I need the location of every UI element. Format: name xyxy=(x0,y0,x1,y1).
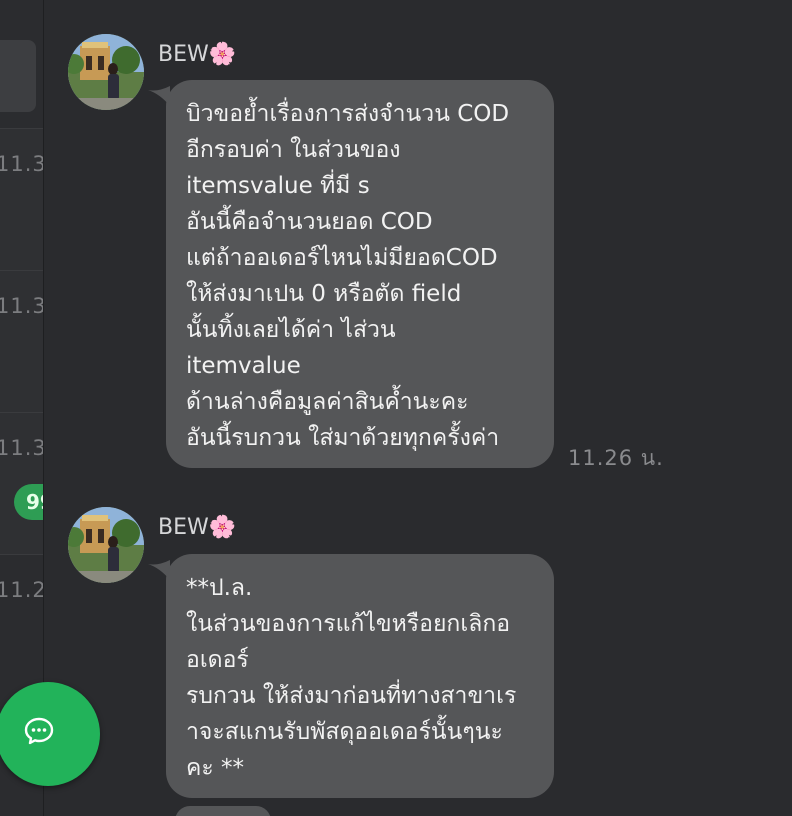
message-line: นั้นทิ้งเลยได้ค่า ไส่วน xyxy=(186,317,396,343)
message-bubble[interactable] xyxy=(175,806,271,816)
message-line: าจะสแกนรับพัสดุออเดอร์นั้นๆนะ xyxy=(186,719,503,745)
message-line: ให้ส่งมาเปน 0 หรือตัด field xyxy=(186,281,462,307)
divider xyxy=(0,554,43,555)
message-line: อเดอร์ xyxy=(186,647,249,673)
message-line: บิวขอย้ำเรื่องการส่งจำนวน COD xyxy=(186,101,510,127)
chat-item-time: 11.3 xyxy=(0,436,43,460)
app-window: 11.3 11.3 11.3 11.2 99 xyxy=(0,0,792,816)
message-line: ด้านล่างคือมูลค่าสินค้ำนะคะ xyxy=(186,389,469,415)
message-bubble[interactable]: **ป.ล. ในส่วนของการแก้ไขหรือยกเลิกอ อเดอ… xyxy=(166,554,554,798)
divider xyxy=(0,270,43,271)
message-line: คะ ** xyxy=(186,755,245,781)
avatar-photo xyxy=(68,34,144,110)
message-line: อันนี้คือจำนวนยอด COD xyxy=(186,209,433,235)
chat-item-time: 11.3 xyxy=(0,152,43,176)
sender-name: BEW🌸 xyxy=(158,42,237,67)
message-line: itemsvalue ที่มี s xyxy=(186,173,370,199)
divider xyxy=(0,412,43,413)
sender-name: BEW🌸 xyxy=(158,515,237,540)
chat-list-item[interactable] xyxy=(0,128,43,270)
message-line: **ป.ล. xyxy=(186,575,253,601)
chat-item-time: 11.3 xyxy=(0,294,43,318)
chat-messages-area: BEW🌸 บิวขอย้ำเรื่องการส่งจำนวน COD อีกรอ… xyxy=(45,0,792,816)
message-line: itemvalue xyxy=(186,353,301,379)
avatar[interactable] xyxy=(68,34,144,110)
search-box[interactable] xyxy=(0,40,36,112)
message-line: อันนี้รบกวน ใส่มาด้วยทุกครั้งค่า xyxy=(186,425,500,451)
avatar[interactable] xyxy=(68,507,144,583)
message-line: อีกรอบค่า ในส่วนของ xyxy=(186,137,401,163)
message-line: รบกวน ให้ส่งมาก่อนที่ทางสาขาเร xyxy=(186,683,517,709)
message-bubble[interactable]: บิวขอย้ำเรื่องการส่งจำนวน COD อีกรอบค่า … xyxy=(166,80,554,468)
message-time: 11.26 น. xyxy=(568,446,664,470)
chat-list-item[interactable] xyxy=(0,270,43,412)
chat-list-item[interactable] xyxy=(0,554,43,696)
divider xyxy=(0,128,43,129)
chat-list-item[interactable] xyxy=(0,412,43,554)
chat-item-time: 11.2 xyxy=(0,578,43,602)
message-line: ในส่วนของการแก้ไขหรือยกเลิกอ xyxy=(186,611,511,637)
message-line: แต่ถ้าออเดอร์ไหนไม่มียอดCOD xyxy=(186,245,498,271)
unread-badge: 99 xyxy=(14,484,43,520)
avatar-photo xyxy=(68,507,144,583)
